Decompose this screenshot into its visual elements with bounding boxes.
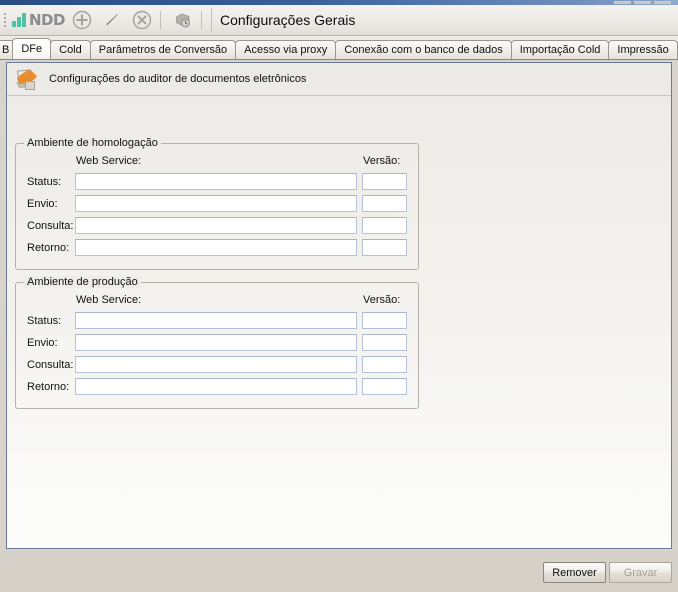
close-button[interactable]: [654, 1, 671, 4]
input-homologacao-consulta-versao[interactable]: [362, 217, 407, 234]
edit-pencil-icon[interactable]: [99, 7, 125, 33]
input-producao-envio-versao[interactable]: [362, 334, 407, 351]
history-icon[interactable]: [170, 7, 196, 33]
auditor-settings-icon: [15, 67, 41, 91]
tab-conexao-com-o-banco-de-dados[interactable]: Conexão com o banco de dados: [335, 40, 511, 59]
group-legend: Ambiente de homologação: [24, 137, 161, 149]
input-homologacao-status-versao[interactable]: [362, 173, 407, 190]
row-label-retorno-2: Retorno:: [27, 381, 69, 393]
title-separator: [211, 8, 212, 32]
input-homologacao-status-webservice[interactable]: [75, 173, 357, 190]
input-producao-retorno-versao[interactable]: [362, 378, 407, 395]
gravar-button[interactable]: Gravar: [609, 562, 672, 583]
ndd-logo: NDD: [12, 13, 65, 28]
tab-dfe[interactable]: DFe: [12, 38, 51, 59]
logo-bars-icon: [12, 13, 26, 27]
tab-parametros-de-conversao[interactable]: Parâmetros de Conversão: [90, 40, 236, 59]
column-header-web-service: Web Service:: [76, 155, 141, 167]
panel-header: Configurações do auditor de documentos e…: [7, 63, 671, 96]
input-producao-consulta-versao[interactable]: [362, 356, 407, 373]
row-label-status: Status:: [27, 176, 61, 188]
group-legend-2: Ambiente de produção: [24, 276, 141, 288]
column-header-versao-2: Versão:: [363, 294, 400, 306]
input-producao-status-versao[interactable]: [362, 312, 407, 329]
input-homologacao-retorno-webservice[interactable]: [75, 239, 357, 256]
input-producao-status-webservice[interactable]: [75, 312, 357, 329]
input-producao-envio-webservice[interactable]: [75, 334, 357, 351]
row-label-envio: Envio:: [27, 198, 58, 210]
add-icon[interactable]: [69, 7, 95, 33]
row-label-status-2: Status:: [27, 315, 61, 327]
application-window: NDD: [0, 0, 678, 592]
input-homologacao-envio-versao[interactable]: [362, 195, 407, 212]
toolbar-separator: [160, 11, 161, 29]
main-toolbar: NDD: [0, 5, 678, 36]
page-title: Configurações Gerais: [220, 12, 355, 28]
input-producao-consulta-webservice[interactable]: [75, 356, 357, 373]
tab-importacao-cold[interactable]: Importação Cold: [511, 40, 610, 59]
row-label-consulta: Consulta:: [27, 220, 73, 232]
input-homologacao-consulta-webservice[interactable]: [75, 217, 357, 234]
input-producao-retorno-webservice[interactable]: [75, 378, 357, 395]
input-homologacao-retorno-versao[interactable]: [362, 239, 407, 256]
tab-acesso-via-proxy[interactable]: Acesso via proxy: [235, 40, 336, 59]
column-header-versao: Versão:: [363, 155, 400, 167]
maximize-button[interactable]: [634, 1, 651, 4]
content-panel: Configurações do auditor de documentos e…: [6, 62, 672, 549]
row-label-envio-2: Envio:: [27, 337, 58, 349]
minimize-button[interactable]: [614, 1, 631, 4]
tab-cold[interactable]: Cold: [50, 40, 91, 59]
cancel-icon[interactable]: [129, 7, 155, 33]
toolbar-separator-2: [201, 11, 202, 29]
tab-b[interactable]: B: [0, 40, 13, 59]
row-label-consulta-2: Consulta:: [27, 359, 73, 371]
group-ambiente-de-homologacao: Ambiente de homologação Web Service: Ver…: [15, 143, 419, 270]
tab-bar: B DFe Cold Parâmetros de Conversão Acess…: [0, 36, 678, 60]
panel-header-title: Configurações do auditor de documentos e…: [49, 73, 306, 85]
footer-bar: Remover Gravar: [0, 551, 678, 592]
input-homologacao-envio-webservice[interactable]: [75, 195, 357, 212]
logo-text: NDD: [29, 13, 65, 28]
group-ambiente-de-producao: Ambiente de produção Web Service: Versão…: [15, 282, 419, 409]
tab-impressao[interactable]: Impressão: [608, 40, 677, 59]
toolbar-drag-handle[interactable]: [2, 9, 9, 31]
remover-button[interactable]: Remover: [543, 562, 606, 583]
row-label-retorno: Retorno:: [27, 242, 69, 254]
column-header-web-service-2: Web Service:: [76, 294, 141, 306]
